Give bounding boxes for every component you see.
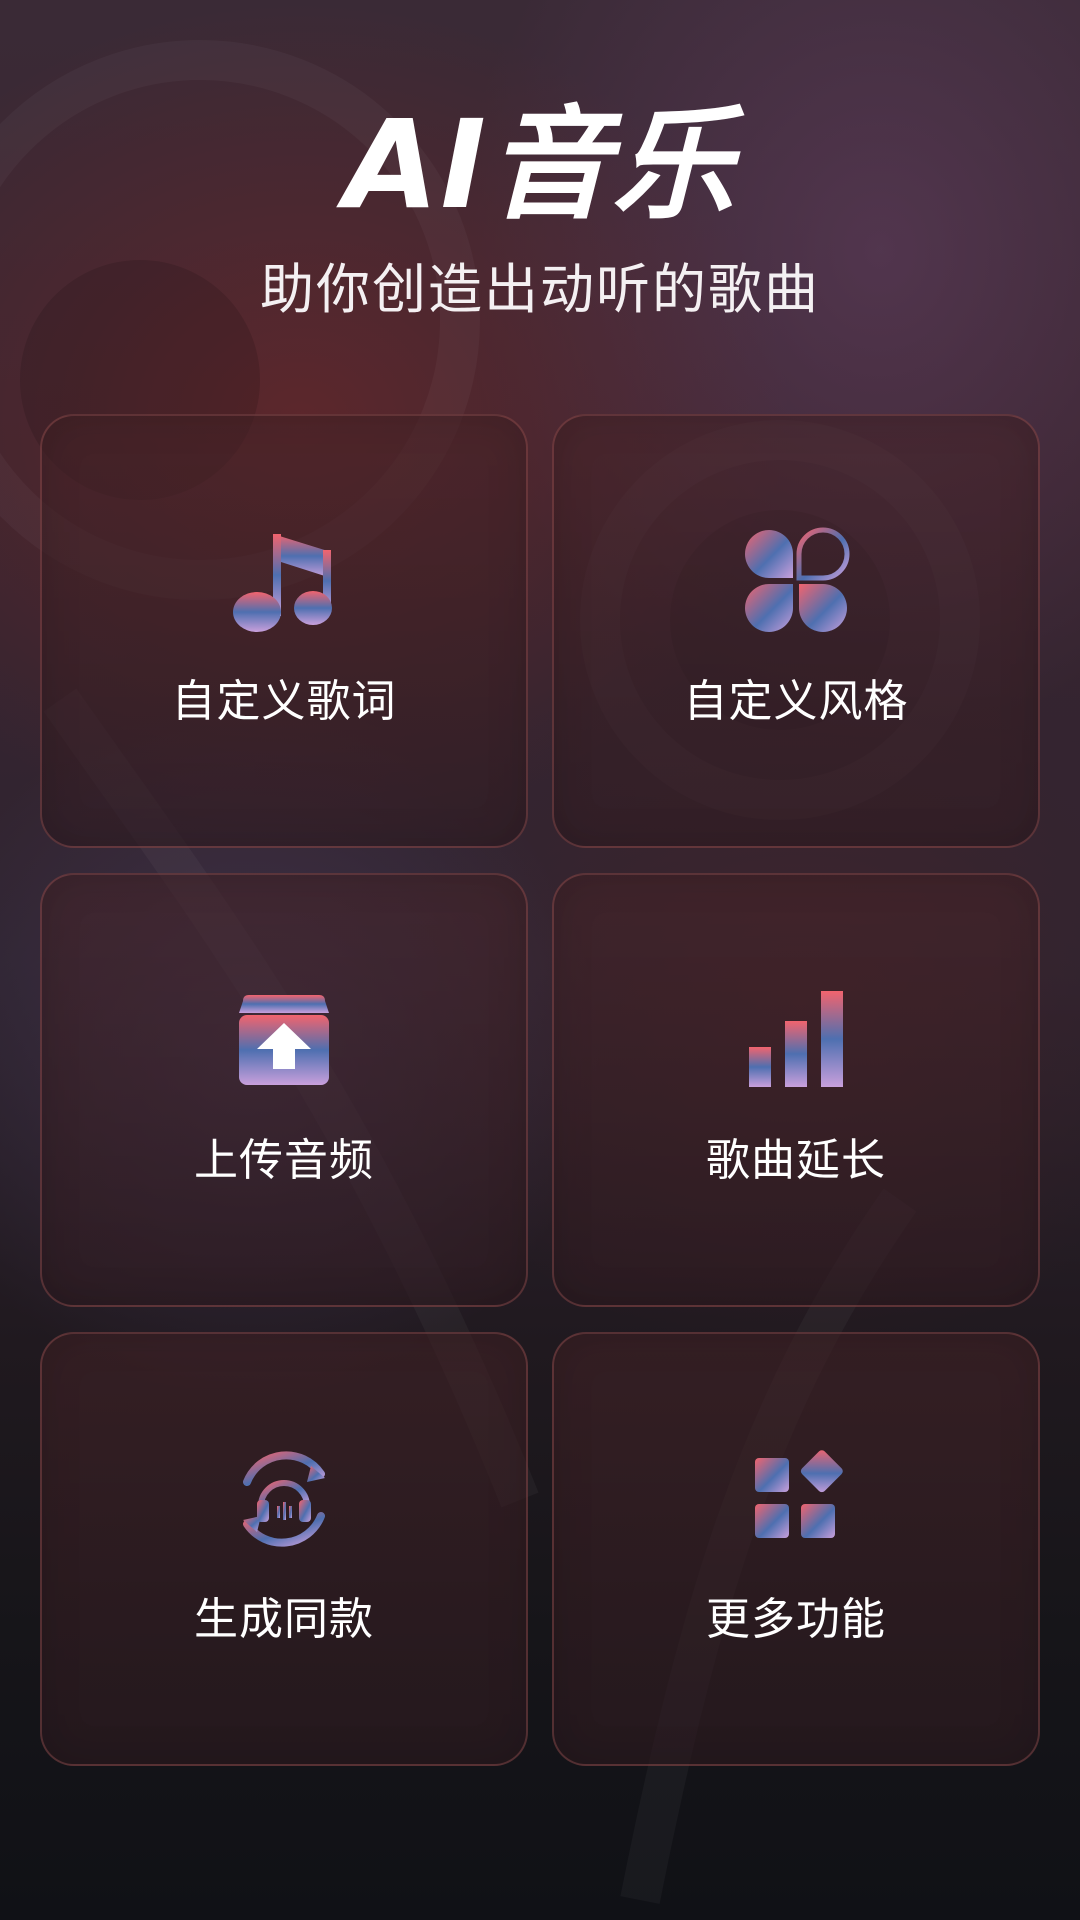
feature-label: 生成同款 <box>194 1594 374 1645</box>
headphones-sync-icon <box>229 1444 339 1554</box>
page-title: AI音乐 <box>344 94 736 236</box>
feature-card-more-features[interactable]: 更多功能 <box>552 1332 1040 1766</box>
feature-label: 上传音频 <box>194 1135 374 1186</box>
feature-card-song-extend[interactable]: 歌曲延长 <box>552 873 1040 1307</box>
style-petals-icon <box>741 526 851 636</box>
feature-card-custom-lyrics[interactable]: 自定义歌词 <box>40 414 528 848</box>
feature-label: 自定义风格 <box>683 676 909 727</box>
feature-card-upload-audio[interactable]: 上传音频 <box>40 873 528 1307</box>
more-apps-icon <box>741 1444 851 1554</box>
music-note-icon <box>229 526 339 636</box>
header: AI音乐 助你创造出动听的歌曲 <box>0 95 1080 325</box>
feature-label: 歌曲延长 <box>706 1135 886 1186</box>
feature-label: 更多功能 <box>706 1594 886 1645</box>
page-subtitle: 助你创造出动听的歌曲 <box>260 258 820 321</box>
signal-bars-icon <box>741 985 851 1095</box>
feature-label: 自定义歌词 <box>171 676 397 727</box>
feature-card-generate-similar[interactable]: 生成同款 <box>40 1332 528 1766</box>
upload-box-icon <box>229 985 339 1095</box>
feature-card-custom-style[interactable]: 自定义风格 <box>552 414 1040 848</box>
